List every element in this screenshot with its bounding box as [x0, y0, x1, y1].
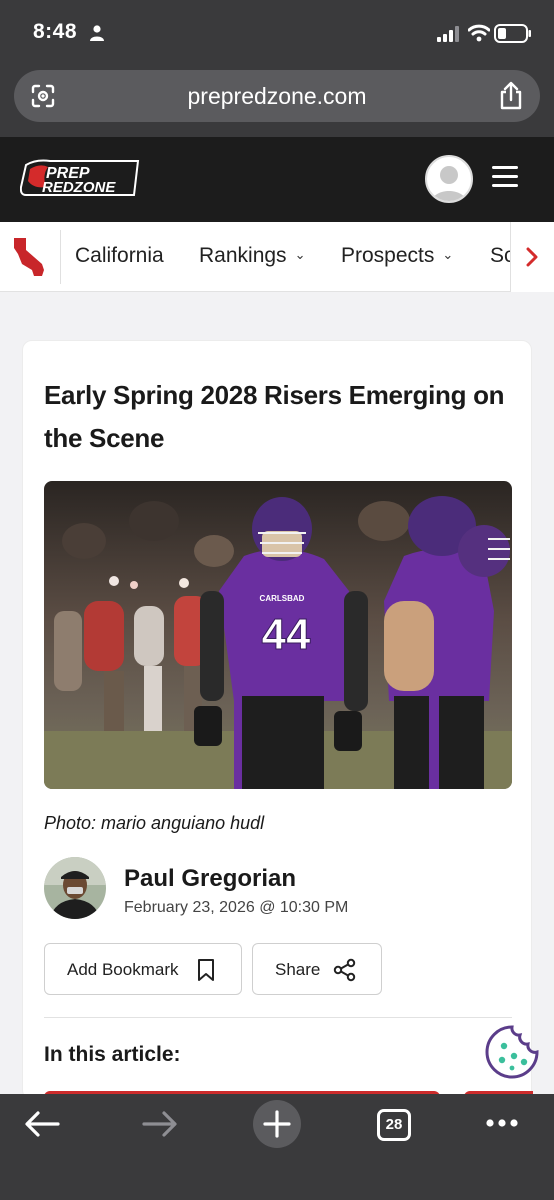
nav-rankings[interactable]: Rankings ⌄: [199, 244, 305, 268]
tab-count: 28: [385, 1116, 403, 1133]
football-players-photo: CARLSBAD 44: [44, 481, 512, 789]
jersey-text: CARLSBAD: [260, 594, 305, 603]
more-icon[interactable]: [485, 1118, 519, 1128]
nav-california-label: California: [75, 244, 164, 267]
nav-prospects[interactable]: Prospects ⌄: [341, 244, 453, 268]
back-arrow-icon[interactable]: [24, 1110, 60, 1138]
author-photo-image: [44, 857, 106, 919]
nav-scroll-right-button[interactable]: [510, 222, 554, 292]
hamburger-icon[interactable]: [492, 166, 520, 190]
jersey-number: 44: [262, 610, 311, 659]
in-this-article-heading: In this article:: [44, 1043, 181, 1066]
plus-icon: [263, 1110, 291, 1138]
status-time: 8:48: [33, 20, 78, 43]
article-title: Early Spring 2028 Risers Emerging on the…: [44, 380, 505, 453]
tabs-icon[interactable]: 28: [377, 1109, 411, 1141]
share-nodes-icon: [333, 958, 356, 982]
chevron-right-icon: [526, 247, 538, 267]
person-icon: [90, 25, 104, 41]
share-icon[interactable]: [498, 81, 524, 111]
bookmark-icon: [198, 959, 214, 981]
nav-divider: [60, 230, 61, 284]
url-text: prepredzone.com: [187, 83, 367, 109]
publish-date: February 23, 2026 @ 10:30 PM: [124, 899, 349, 916]
photo-caption: Photo: mario anguiano hudl: [44, 813, 265, 833]
screen: 8:48 prepredzone.com PREP REDZONE Califo…: [0, 0, 554, 1200]
nav-california[interactable]: California: [75, 244, 164, 268]
browser-top-chrome: 8:48 prepredzone.com: [0, 0, 554, 137]
add-bookmark-button[interactable]: Add Bookmark: [44, 943, 242, 995]
account-avatar-button[interactable]: [425, 155, 473, 203]
status-bar: 8:48: [0, 0, 554, 64]
chevron-down-icon: ⌄: [442, 247, 454, 262]
chevron-down-icon: ⌄: [294, 247, 306, 262]
battery-icon: [494, 24, 531, 43]
wifi-icon: [468, 24, 490, 42]
new-tab-button[interactable]: [253, 1100, 301, 1148]
share-label: Share: [275, 960, 321, 979]
user-avatar-icon: [431, 166, 467, 201]
logo-text-redzone: REDZONE: [42, 179, 116, 196]
browser-bottom-toolbar: 28: [0, 1094, 554, 1200]
site-header: PREP REDZONE: [0, 137, 554, 222]
signal-icon: [437, 26, 459, 42]
site-nav: California Rankings ⌄ Prospects ⌄ Sc: [0, 222, 554, 292]
author-name[interactable]: Paul Gregorian: [124, 865, 296, 893]
share-button[interactable]: Share: [252, 943, 382, 995]
article-card: Early Spring 2028 Risers Emerging on the…: [22, 340, 533, 1103]
article-hero-image[interactable]: CARLSBAD 44: [44, 481, 512, 789]
california-icon[interactable]: [12, 236, 48, 278]
nav-prospects-label: Prospects: [341, 244, 435, 267]
cookie-icon[interactable]: [484, 1024, 540, 1080]
author-avatar[interactable]: [44, 857, 106, 919]
add-bookmark-label: Add Bookmark: [67, 960, 179, 979]
forward-arrow-icon[interactable]: [142, 1110, 178, 1138]
prep-redzone-logo[interactable]: PREP REDZONE: [20, 157, 140, 199]
address-bar[interactable]: prepredzone.com: [14, 70, 540, 122]
card-divider: [44, 1017, 512, 1018]
nav-rankings-label: Rankings: [199, 244, 287, 267]
